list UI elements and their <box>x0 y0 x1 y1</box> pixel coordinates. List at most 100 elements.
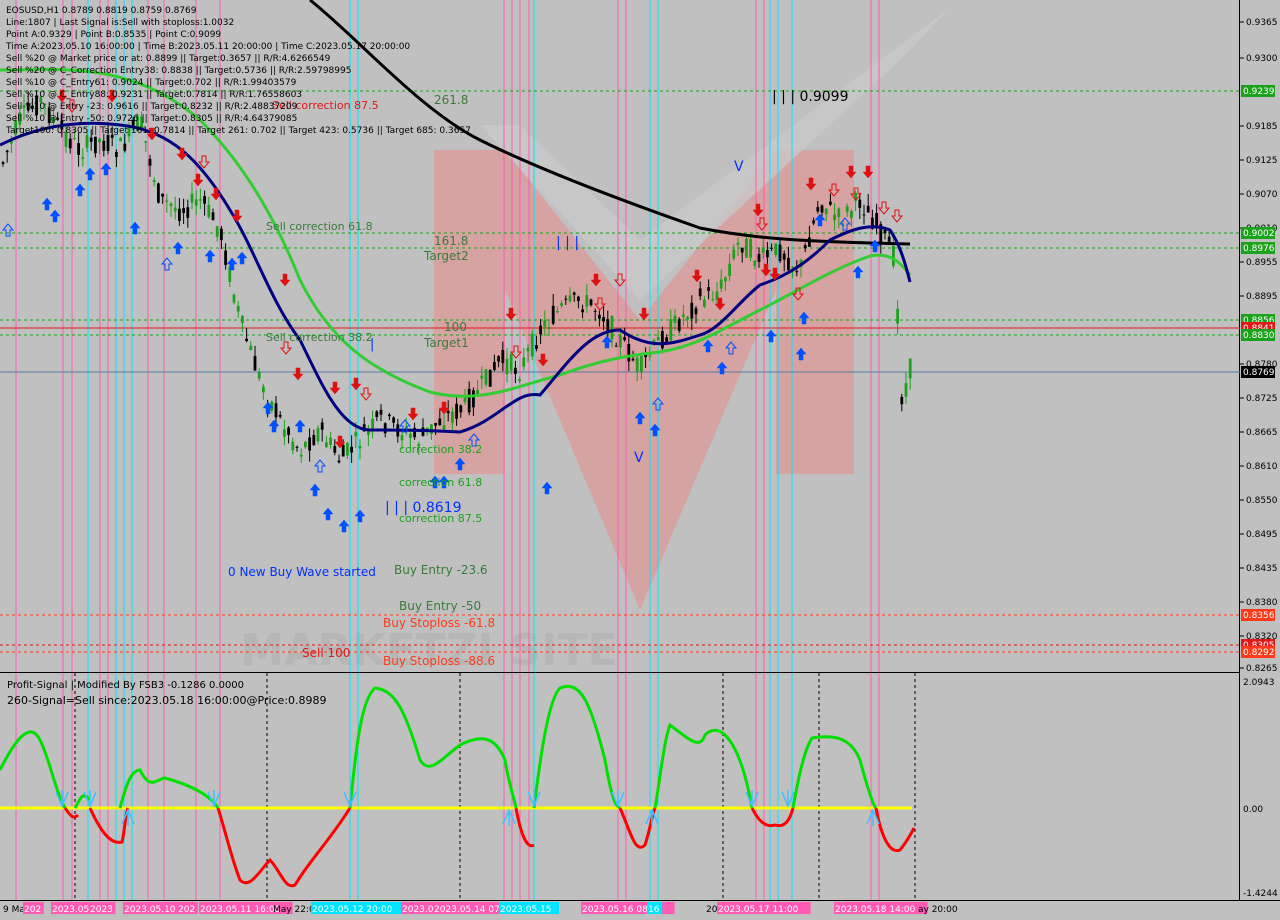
watermark-text: MARKETZI SITE <box>240 625 618 676</box>
candle-body <box>68 138 72 149</box>
candle-body <box>89 137 93 142</box>
candle-body <box>182 208 185 214</box>
candle-body <box>232 294 236 303</box>
candle-body <box>778 244 782 262</box>
trading-chart[interactable]: MARKETZI SITE Sell correction 87.5 261.8… <box>0 0 1280 920</box>
candle-body <box>81 157 85 159</box>
candle-body <box>635 357 639 372</box>
candle-body <box>85 135 89 148</box>
header-line: Time A:2023.05.10 16:00:00 | Time B:2023… <box>5 42 410 52</box>
candle-body <box>173 207 177 212</box>
candle-body <box>774 243 778 255</box>
candle-body <box>123 143 127 151</box>
candle-body <box>698 288 702 297</box>
time-axis-label: 2023.05.17 11:00 <box>718 905 799 915</box>
candle-body <box>614 345 618 347</box>
candle-body <box>493 361 496 370</box>
candle-body <box>669 319 673 341</box>
price-level-badge-text: 0.8356 <box>1243 611 1275 621</box>
candle-body <box>526 347 530 352</box>
price-tick-label: 0.8495 <box>1246 530 1278 540</box>
candle-body <box>379 409 383 415</box>
header-line: Sell %10 @ C_Entry88: 0.9231 || Target:0… <box>6 90 302 100</box>
candle-body <box>820 205 824 213</box>
time-axis-label: 202 <box>24 905 41 915</box>
buy-entry-236-label: Buy Entry -23.6 <box>394 563 488 577</box>
candle-body <box>682 314 685 317</box>
wave-v-mark-bottom: V <box>634 450 644 466</box>
candle-body <box>119 137 122 142</box>
candle-body <box>745 238 748 258</box>
candle-body <box>333 446 337 453</box>
candle-body <box>346 442 349 456</box>
candle-body <box>194 199 198 206</box>
candle-body <box>291 441 295 451</box>
time-axis-label: 2023.05.12 20:00 <box>312 905 393 915</box>
candle-body <box>446 411 450 414</box>
candle-body <box>165 200 169 202</box>
price-tick-label: 0.8895 <box>1246 292 1278 302</box>
wave-iii-mark: | | | <box>556 235 579 251</box>
new-buy-wave-label: 0 New Buy Wave started <box>228 565 376 579</box>
time-axis-label: 2023.05.15 <box>500 905 552 915</box>
header-line: Sell %20 @ Market price or at: 0.8899 ||… <box>6 54 331 64</box>
candle-body <box>144 141 148 143</box>
candle-body <box>375 411 379 418</box>
candle-body <box>190 193 194 203</box>
candle-body <box>782 253 786 260</box>
price-tick-label: 0.9365 <box>1246 18 1278 28</box>
indicator-axis-min: -1.4244 <box>1243 889 1278 899</box>
candle-body <box>304 441 307 448</box>
price-axis-panel <box>1240 0 1280 920</box>
candle-body <box>740 247 744 253</box>
candle-body <box>207 204 211 218</box>
price-tick-label: 0.9300 <box>1246 54 1278 64</box>
time-axis-label: 2023.05.10 <box>124 905 176 915</box>
indicator-axis-zero: 0.00 <box>1243 805 1263 815</box>
wave-i-mark: | <box>370 337 374 352</box>
candle-body <box>472 390 475 408</box>
candle-body <box>283 429 286 437</box>
candle-body <box>547 326 551 330</box>
candle-body <box>585 294 589 307</box>
header-line: Sell %10 @ Entry -23: 0.9616 || Target:0… <box>6 102 298 112</box>
candle-body <box>904 383 908 397</box>
candle-body <box>215 226 219 237</box>
candle-body <box>73 138 76 140</box>
candle-body <box>451 411 454 423</box>
candle-body <box>530 333 534 357</box>
wave-v-mark-top: V <box>734 159 744 175</box>
candle-body <box>757 253 761 262</box>
sell-100-label: Sell 100 <box>302 646 350 660</box>
candle-body <box>102 140 106 151</box>
candle-body <box>224 250 227 265</box>
candle-body <box>732 249 736 259</box>
price-tick-label: 0.9070 <box>1246 190 1278 200</box>
candle-body <box>488 369 492 387</box>
candle-body <box>467 388 471 413</box>
fib-2618-label: 261.8 <box>434 93 468 107</box>
candle-body <box>829 201 832 205</box>
header-line: Point A:0.9329 | Point B:0.8535 | Point … <box>6 30 221 40</box>
candle-body <box>320 422 324 430</box>
candle-body <box>845 206 849 212</box>
candle-body <box>736 242 740 245</box>
candle-body <box>430 424 433 434</box>
candle-body <box>837 208 841 218</box>
candle-body <box>157 183 160 203</box>
price-tick-label: 0.8665 <box>1246 428 1278 438</box>
candle-body <box>795 271 799 273</box>
candle-body <box>862 214 866 216</box>
candle-body <box>358 446 362 449</box>
candle-body <box>766 250 769 258</box>
candle-body <box>677 319 681 331</box>
header-line: Sell %20 @ C_Correction Entry38: 0.8838 … <box>6 66 351 76</box>
candle-body <box>383 423 387 434</box>
sell-correction-618-label: Sell correction 61.8 <box>266 220 373 233</box>
candle-body <box>77 143 80 155</box>
price-tick-label: 0.8380 <box>1246 598 1278 608</box>
point-c-label: | | | 0.9099 <box>772 89 849 105</box>
candle-body <box>560 303 563 306</box>
candle-body <box>161 193 164 197</box>
candle-body <box>875 213 878 227</box>
